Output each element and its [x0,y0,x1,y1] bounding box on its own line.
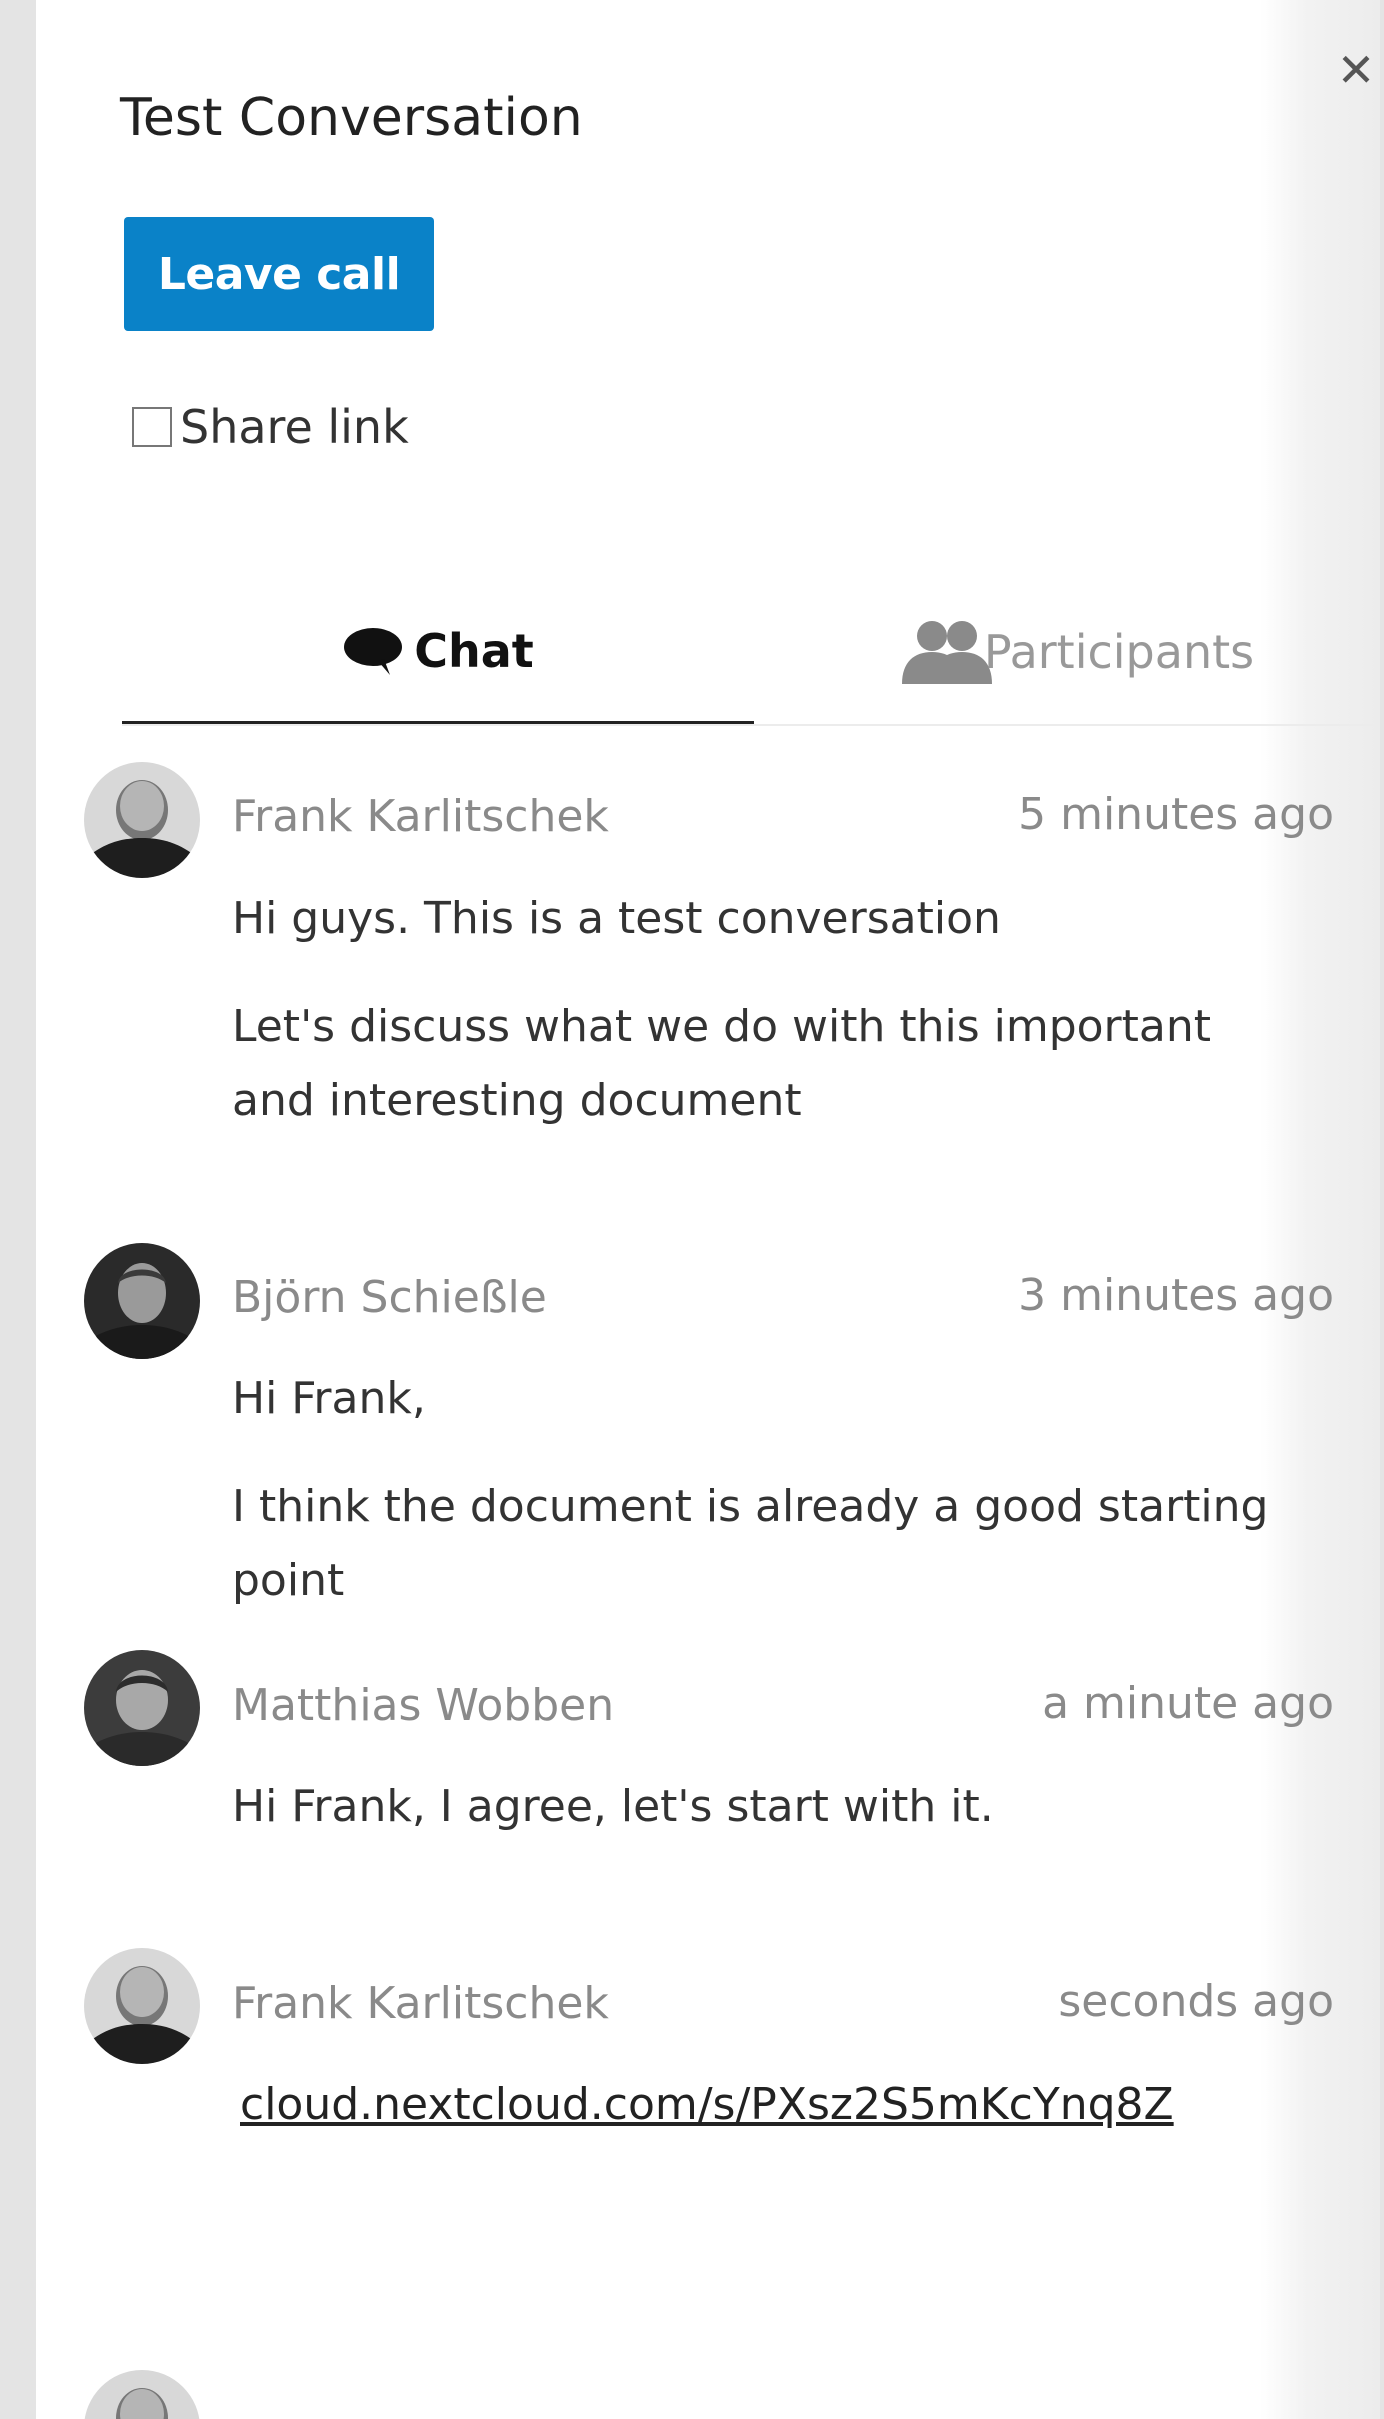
sidebar-panel: ✕ Test Conversation Leave call Share lin… [36,0,1380,2419]
leave-call-button[interactable]: Leave call [124,217,434,331]
avatar[interactable] [84,2370,200,2419]
share-link-toggle[interactable]: Share link [132,400,409,454]
panel-edge-shadow [1260,0,1380,2419]
message-link[interactable]: cloud.nextcloud.com/s/PXsz2S5mKcYnq8Z [240,2068,1320,2142]
message-time: 3 minutes ago [1018,1270,1334,1321]
message-author: Frank Karlitschek [232,791,609,842]
close-icon[interactable]: ✕ [1326,40,1380,100]
message-text: I think the document is already a good s… [232,1481,1269,1606]
conversation-title: Test Conversation [120,88,583,148]
message-text: Hi Frank, [232,1373,426,1424]
message-time: seconds ago [1058,1976,1334,2027]
chat-bubble-icon [344,627,403,675]
message-text: Let's discuss what we do with this impor… [232,1001,1211,1126]
share-link[interactable]: cloud.nextcloud.com/s/PXsz2S5mKcYnq8Z [240,2079,1174,2130]
message-time: a minute ago [1042,1678,1334,1729]
message-author: Matthias Wobben [232,1680,615,1731]
tab-bar: Chat Participants [122,580,1380,726]
tab-chat[interactable]: Chat [122,580,754,724]
avatar[interactable] [84,1243,200,1359]
tab-participants-label: Participants [983,625,1255,679]
message-text: Hi Frank, I agree, let's start with it. [232,1781,994,1832]
message-author: Björn Schießle [232,1272,547,1323]
message-author: Frank Karlitschek [232,1978,609,2029]
message-time: 5 minutes ago [1018,789,1334,840]
avatar[interactable] [84,1650,200,1766]
tab-participants[interactable]: Participants [754,580,1380,724]
share-link-label: Share link [180,400,409,454]
avatar[interactable] [84,762,200,878]
share-link-checkbox[interactable] [132,407,172,447]
tab-chat-label: Chat [414,623,534,678]
message-text: Hi guys. This is a test conversation [232,893,1001,944]
avatar[interactable] [84,1948,200,2064]
